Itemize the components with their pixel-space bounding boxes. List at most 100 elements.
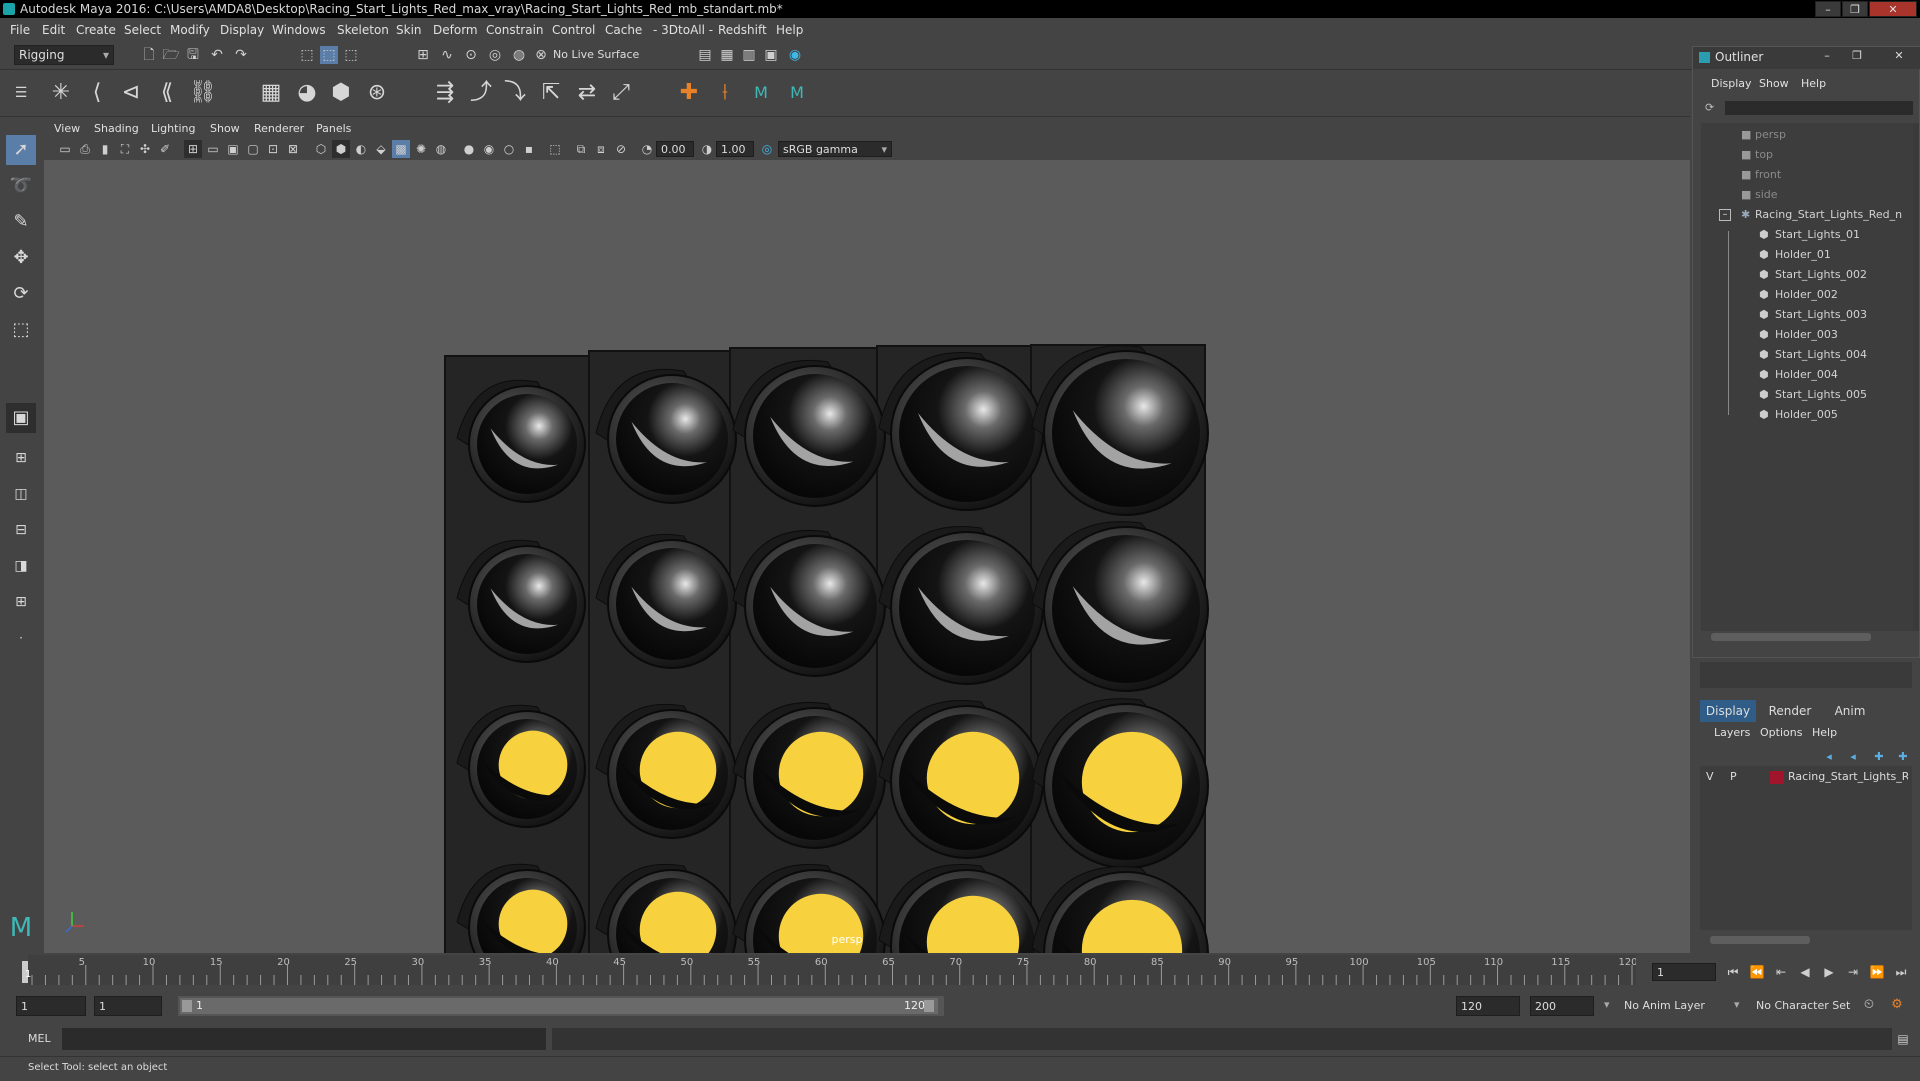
outliner-horizontal-scrollbar[interactable]: [1711, 633, 1871, 641]
tab-anim[interactable]: Anim: [1822, 700, 1878, 722]
graph-persp-layout-icon[interactable]: ⊞: [6, 587, 36, 617]
outliner-minimize-button[interactable]: –: [1817, 49, 1837, 65]
outliner-filter-icon[interactable]: ⟳: [1705, 101, 1719, 115]
four-view-layout-icon[interactable]: ⊞: [6, 443, 36, 473]
backface-icon[interactable]: ⊘: [612, 140, 630, 158]
select-object-icon[interactable]: ⬚: [320, 46, 338, 64]
outliner-item-holder-01[interactable]: Holder_01: [1775, 245, 1831, 264]
scale-tool-icon[interactable]: ⬚: [6, 315, 36, 345]
step-forward-frame-icon[interactable]: ⇥: [1844, 963, 1862, 981]
outliner-menu-show[interactable]: Show: [1759, 77, 1789, 90]
select-tool-icon[interactable]: ➚: [6, 135, 36, 165]
grease-pencil-icon[interactable]: ✐: [156, 140, 174, 158]
paint-select-icon[interactable]: ✎: [6, 207, 36, 237]
lattice-icon[interactable]: ⬢: [326, 78, 356, 108]
maya-m-icon[interactable]: M: [746, 78, 776, 108]
film-gate-icon[interactable]: ▭: [204, 140, 222, 158]
maya-m-icon-2[interactable]: M: [782, 78, 812, 108]
menu-set-dropdown[interactable]: Rigging ▾: [14, 45, 114, 65]
gamma-icon[interactable]: ◑: [698, 140, 716, 158]
make-live-icon[interactable]: ⊗: [532, 46, 550, 64]
anti-alias-icon[interactable]: ◉: [480, 140, 498, 158]
command-language-label[interactable]: MEL: [28, 1032, 51, 1045]
point-constraint-icon[interactable]: ⇶: [430, 78, 460, 108]
outliner-maximize-button[interactable]: ❐: [1847, 49, 1867, 65]
go-to-end-icon[interactable]: ⏭: [1892, 963, 1910, 981]
outliner-search-field[interactable]: [1725, 101, 1913, 115]
script-editor-icon[interactable]: ▤: [1894, 1030, 1912, 1048]
open-scene-icon[interactable]: 🗁: [162, 46, 180, 64]
two-view-side-layout-icon[interactable]: ◫: [6, 479, 36, 509]
textured-icon[interactable]: ⬙: [372, 140, 390, 158]
layer-row[interactable]: V P Racing_Start_Lights_Re: [1700, 768, 1912, 788]
save-scene-icon[interactable]: 🖫: [184, 46, 202, 64]
field-chart-icon[interactable]: ⊡: [264, 140, 282, 158]
current-frame-field[interactable]: 1: [1652, 963, 1716, 981]
shelf-options-icon[interactable]: ☰: [6, 78, 36, 108]
menu-constrain[interactable]: Constrain: [486, 23, 544, 37]
aim-constraint-icon[interactable]: ⤴: [466, 78, 496, 108]
resolution-gate-icon[interactable]: ▣: [224, 140, 242, 158]
lasso-tool-icon[interactable]: ➰: [6, 171, 36, 201]
bookmarks-icon[interactable]: ▮: [96, 140, 114, 158]
outliner-menu-help[interactable]: Help: [1801, 77, 1826, 90]
outliner-item-holder-004[interactable]: Holder_004: [1775, 365, 1838, 384]
step-back-frame-icon[interactable]: ⇤: [1772, 963, 1790, 981]
layer-color-swatch[interactable]: [1770, 771, 1784, 784]
ipr-render-icon[interactable]: ▥: [740, 46, 758, 64]
auto-key-icon[interactable]: ⏲: [1860, 996, 1878, 1014]
panel-menu-lighting[interactable]: Lighting: [151, 122, 195, 135]
outliner-item-start-lights-002[interactable]: Start_Lights_002: [1775, 265, 1867, 284]
range-end-grip[interactable]: [924, 1000, 934, 1012]
menu-edit[interactable]: Edit: [42, 23, 65, 37]
new-scene-icon[interactable]: 🗋: [140, 46, 158, 64]
new-layer-icon[interactable]: ✚: [1870, 748, 1888, 766]
panel-menu-view[interactable]: View: [54, 122, 80, 135]
color-management-icon[interactable]: ◎: [758, 140, 776, 158]
animation-end-field[interactable]: 200: [1530, 996, 1594, 1016]
time-ruler[interactable]: 5 10 15 20 25 30 35 40 45 50 55 60 65 70 75 80 85 90 95 100…: [28, 955, 1638, 985]
isolate-select-icon[interactable]: ▪: [520, 140, 538, 158]
menu-skin[interactable]: Skin: [396, 23, 422, 37]
outliner-vertical-scrollbar[interactable]: [1913, 123, 1919, 631]
close-button[interactable]: ✕: [1869, 1, 1917, 17]
outliner-item-top[interactable]: top: [1755, 145, 1773, 164]
xray-components-icon[interactable]: ⧈: [592, 140, 610, 158]
outliner-item-group[interactable]: Racing_Start_Lights_Red_n: [1755, 205, 1902, 224]
ik-handle-icon[interactable]: ⟪: [152, 78, 182, 108]
cluster-icon[interactable]: ⊛: [362, 78, 392, 108]
outliner-item-start-lights-004[interactable]: Start_Lights_004: [1775, 345, 1867, 364]
view-transform-dropdown[interactable]: sRGB gamma ▾: [778, 141, 892, 157]
layer-menu-layers[interactable]: Layers: [1714, 726, 1750, 739]
tab-render[interactable]: Render: [1762, 700, 1818, 722]
select-component-icon[interactable]: ⬚: [342, 46, 360, 64]
outliner-item-holder-002[interactable]: Holder_002: [1775, 285, 1838, 304]
outliner-item-start-lights-01[interactable]: Start_Lights_01: [1775, 225, 1860, 244]
outliner-item-front[interactable]: front: [1755, 165, 1781, 184]
play-backward-icon[interactable]: ◀: [1796, 963, 1814, 981]
scale-constraint-icon[interactable]: ⇱: [536, 78, 566, 108]
use-all-lights-icon[interactable]: ▩: [392, 140, 410, 158]
layer-playback-toggle[interactable]: P: [1730, 770, 1737, 783]
go-to-start-icon[interactable]: ⏮: [1724, 963, 1742, 981]
outliner-close-button[interactable]: ✕: [1889, 49, 1909, 65]
menu-control[interactable]: Control: [552, 23, 595, 37]
menu-select[interactable]: Select: [124, 23, 161, 37]
new-layer-selected-icon[interactable]: ✚: [1894, 748, 1912, 766]
wireframe-icon[interactable]: ⬡: [312, 140, 330, 158]
outliner-persp-layout-icon[interactable]: ◨: [6, 551, 36, 581]
command-input[interactable]: [62, 1028, 546, 1050]
snap-surface-icon[interactable]: ◍: [510, 46, 528, 64]
minimize-button[interactable]: –: [1815, 1, 1841, 17]
pole-vector-icon[interactable]: ⤢: [606, 78, 636, 108]
panel-menu-panels[interactable]: Panels: [316, 122, 351, 135]
move-layer-up-icon[interactable]: ◂: [1820, 748, 1838, 766]
layout-more-icon[interactable]: ·: [6, 623, 36, 653]
step-back-key-icon[interactable]: ⏪: [1748, 963, 1766, 981]
menu-create[interactable]: Create: [76, 23, 116, 37]
exposure-field[interactable]: 0.00: [656, 141, 694, 157]
layer-menu-help[interactable]: Help: [1812, 726, 1837, 739]
bind-skin-icon[interactable]: ▦: [256, 78, 286, 108]
panel-menu-show[interactable]: Show: [210, 122, 240, 135]
humanik-icon[interactable]: ⛓: [188, 78, 218, 108]
